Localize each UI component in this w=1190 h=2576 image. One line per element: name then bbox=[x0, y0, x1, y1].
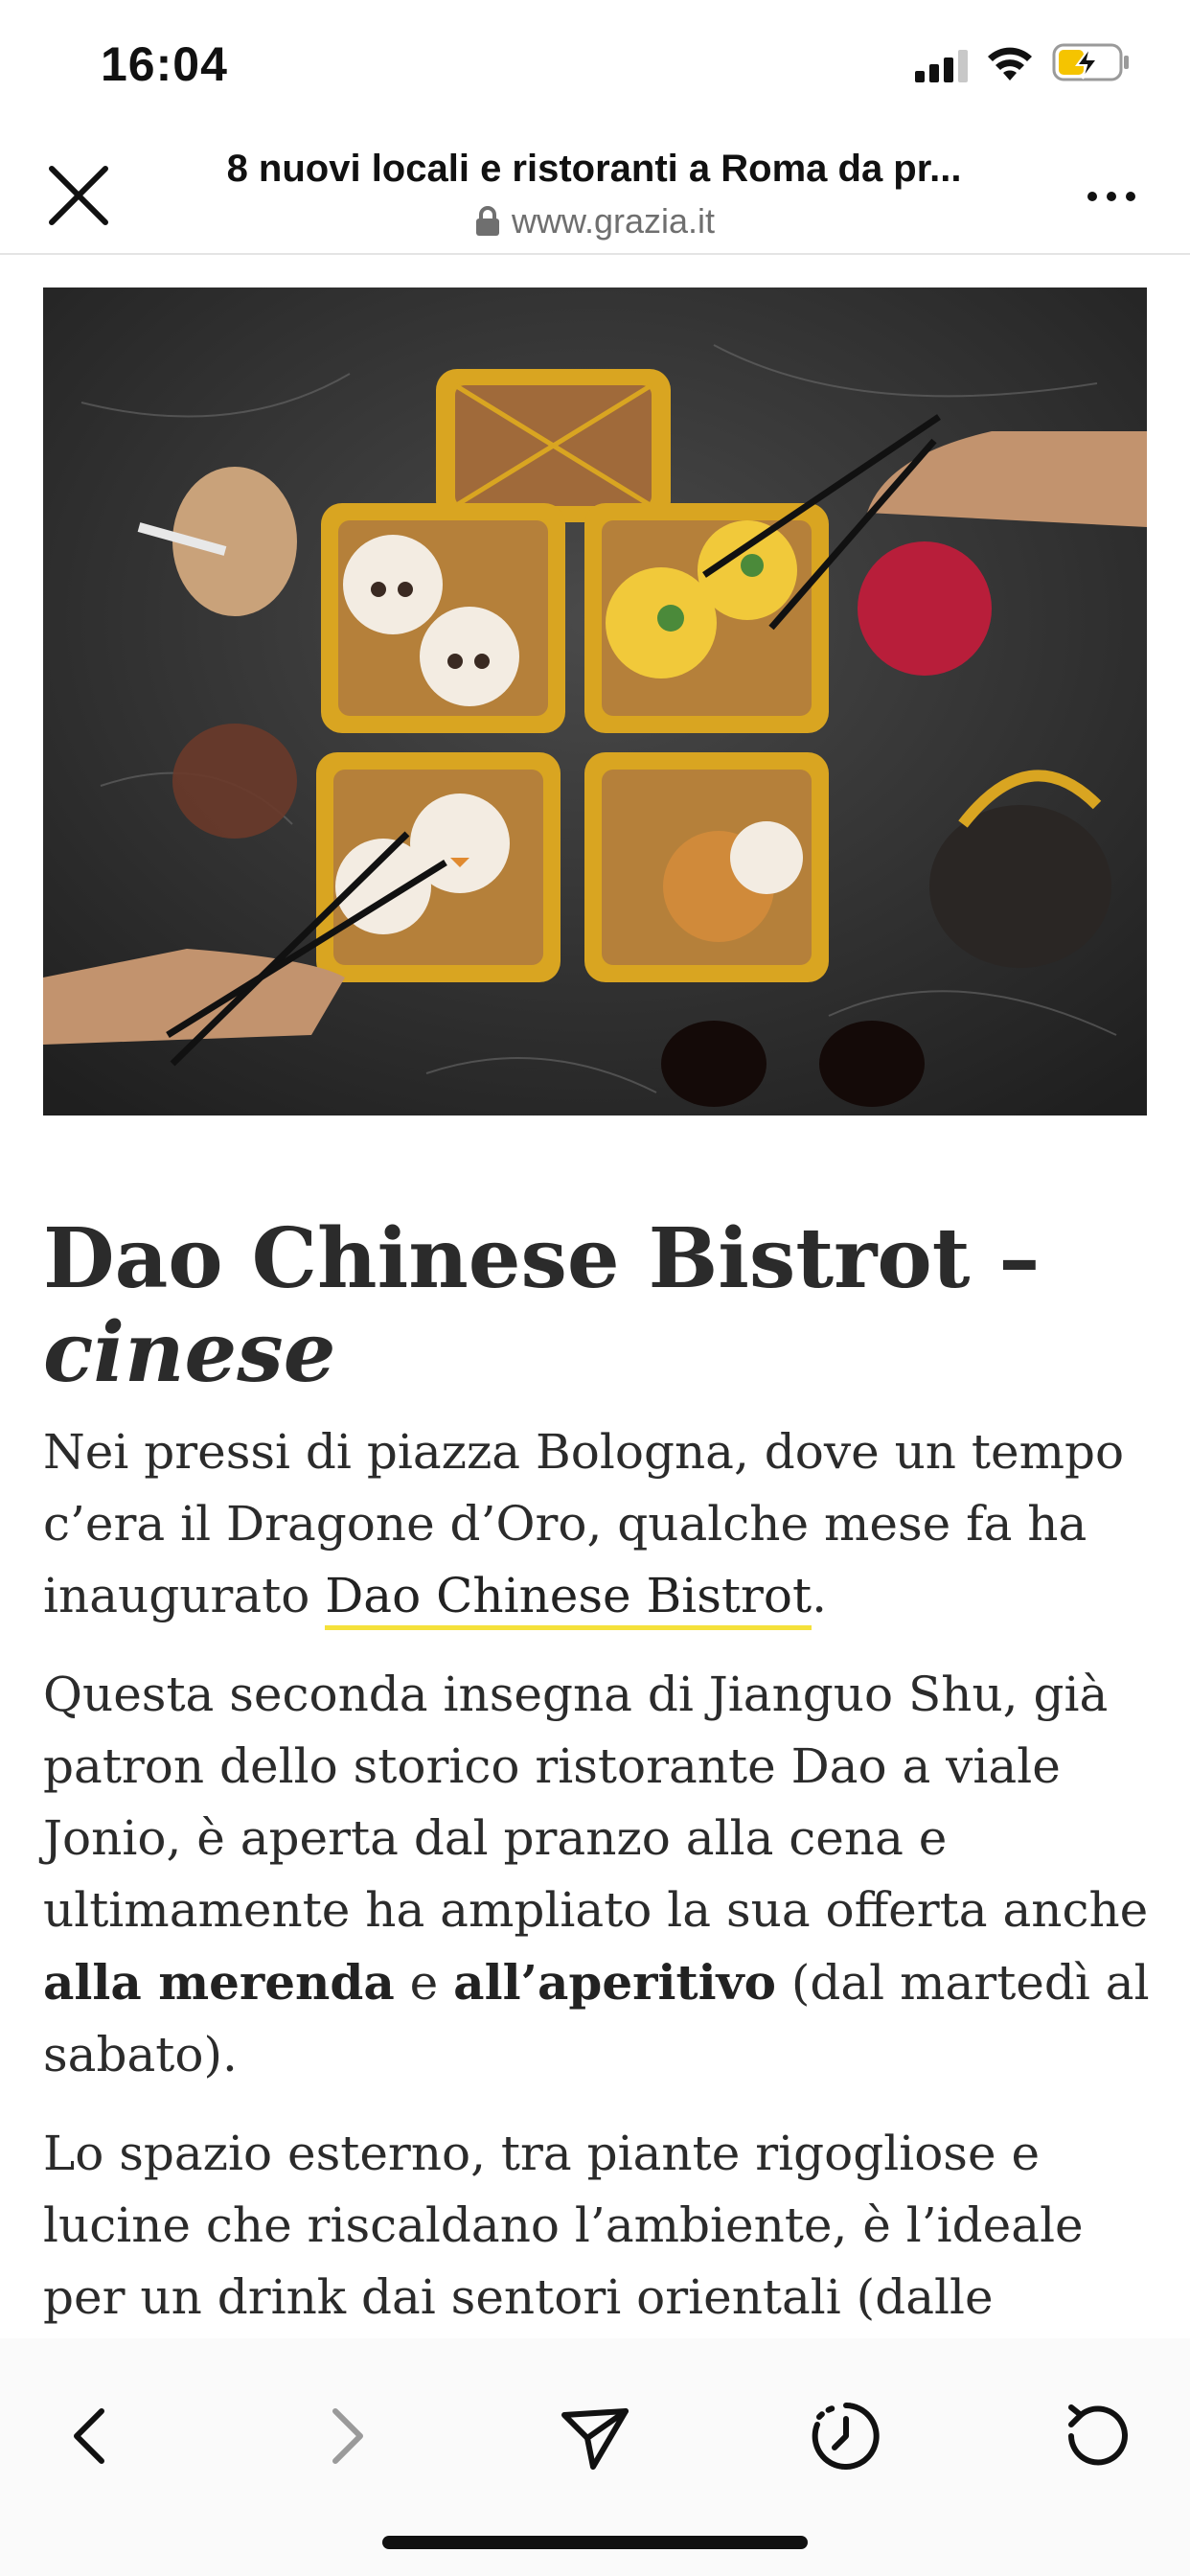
article-body: Nei pressi di piazza Bologna, dove un te… bbox=[43, 1416, 1155, 2360]
dao-bistrot-link[interactable]: Dao Chinese Bistrot bbox=[325, 1568, 812, 1630]
article-heading: Dao Chinese Bistrot – cinese bbox=[43, 1212, 1155, 1400]
battery-charging-icon bbox=[1052, 43, 1129, 81]
paragraph-2-text: Questa seconda insegna di Jianguo Shu, g… bbox=[43, 1667, 1149, 1938]
cellular-signal-icon bbox=[915, 50, 968, 82]
send-icon[interactable] bbox=[557, 2398, 633, 2474]
url-bar[interactable]: www.grazia.it bbox=[0, 201, 1190, 242]
status-time: 16:04 bbox=[101, 37, 228, 91]
browser-header: 8 nuovi locali e ristoranti a Roma da pr… bbox=[0, 134, 1190, 255]
paragraph-3: Lo spazio esterno, tra piante rigogliose… bbox=[43, 2126, 1084, 2325]
home-indicator[interactable] bbox=[382, 2536, 808, 2549]
heading-title: Dao Chinese Bistrot – bbox=[43, 1210, 1041, 1307]
status-bar: 16:04 bbox=[0, 0, 1190, 134]
chevron-left-icon[interactable] bbox=[54, 2398, 130, 2474]
paragraph-1: Nei pressi di piazza Bologna, dove un te… bbox=[43, 1416, 1155, 1632]
wifi-icon bbox=[988, 47, 1032, 80]
lock-icon bbox=[475, 206, 499, 236]
clock-history-icon[interactable] bbox=[808, 2398, 884, 2474]
bold-merenda: alla merenda bbox=[43, 1954, 395, 2011]
chevron-right-icon[interactable] bbox=[307, 2398, 383, 2474]
reload-icon[interactable] bbox=[1060, 2398, 1136, 2474]
paragraph-2: Questa seconda insegna di Jianguo Shu, g… bbox=[43, 1659, 1155, 2091]
url-text: www.grazia.it bbox=[511, 201, 716, 241]
paragraph-1-end: . bbox=[812, 1568, 827, 1623]
more-dots-icon[interactable] bbox=[1073, 172, 1150, 220]
article-hero-image bbox=[43, 288, 1147, 1116]
bold-aperitivo: all’aperitivo bbox=[453, 1954, 776, 2011]
heading-subtitle: cinese bbox=[43, 1304, 336, 1401]
paragraph-2-and: e bbox=[394, 1955, 454, 2011]
page-title: 8 nuovi locali e ristoranti a Roma da pr… bbox=[226, 148, 962, 190]
